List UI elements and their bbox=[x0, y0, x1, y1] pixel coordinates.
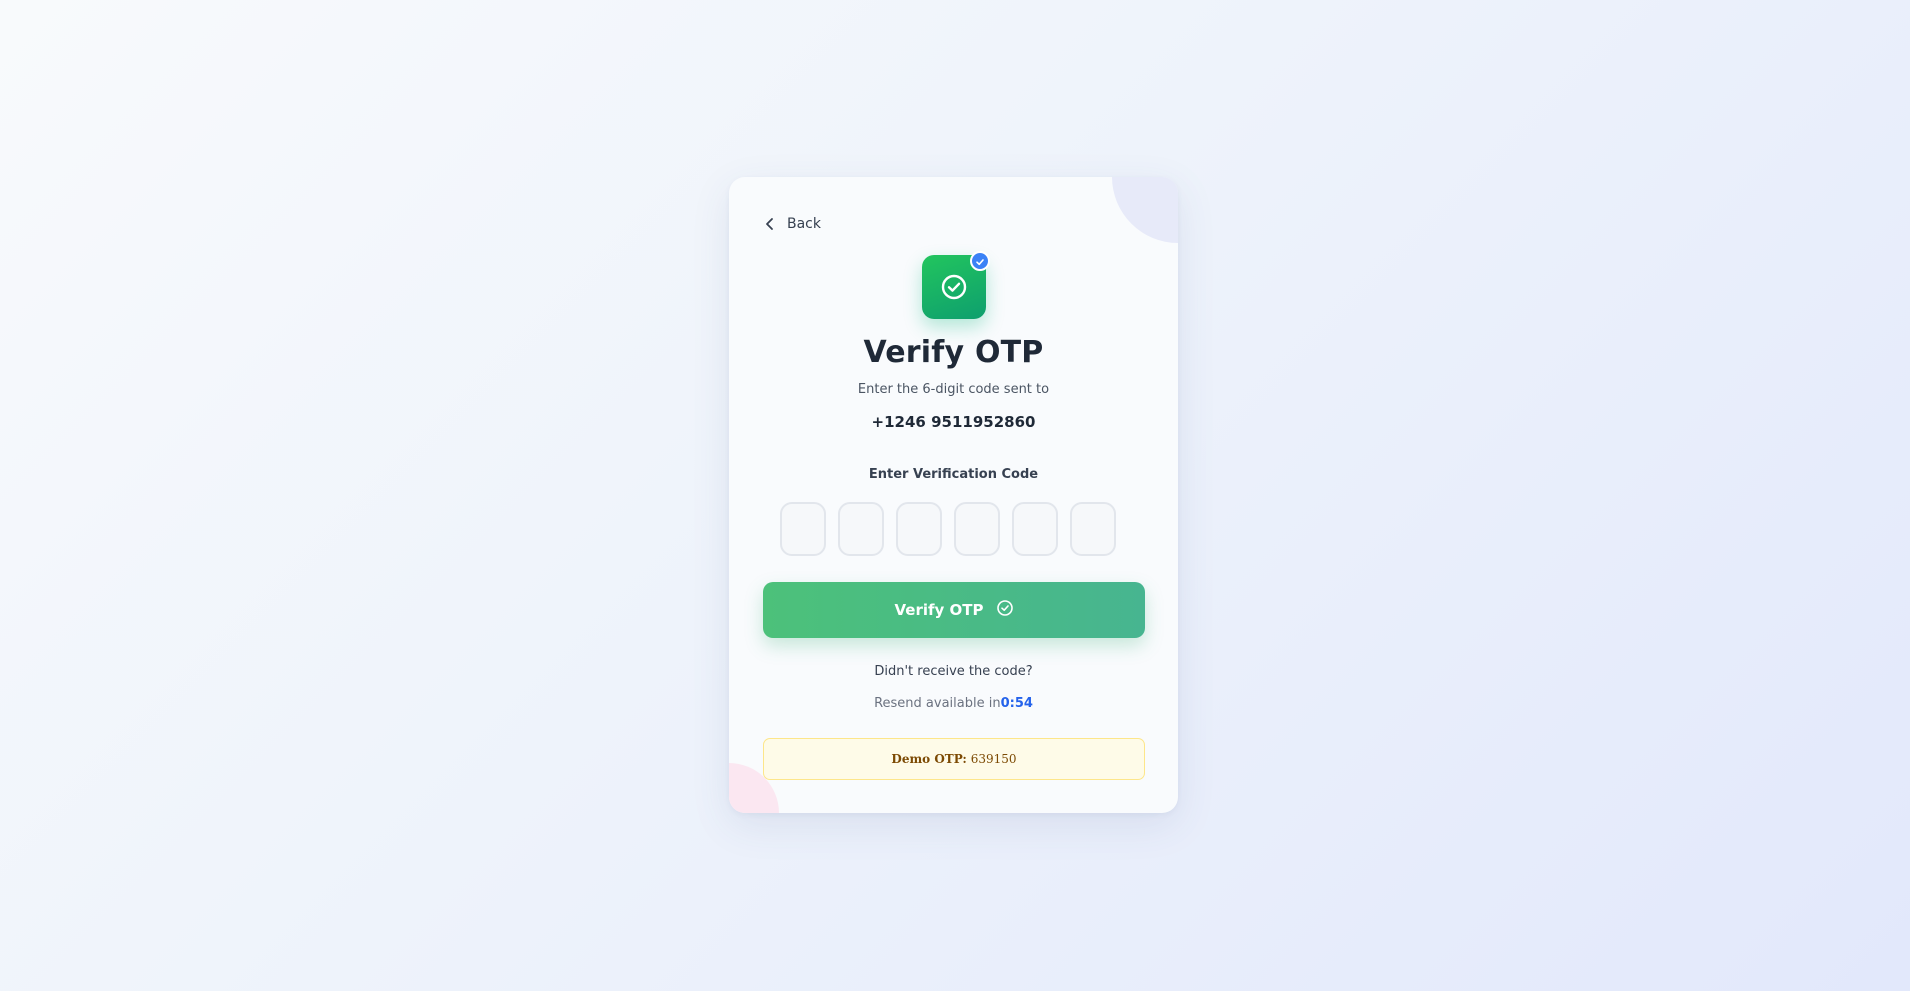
chevron-left-icon bbox=[763, 217, 777, 231]
verified-badge bbox=[970, 251, 990, 271]
resend-text: Resend available in bbox=[874, 696, 1001, 711]
otp-digit-3[interactable] bbox=[896, 502, 942, 556]
resend-prompt: Didn't receive the code? bbox=[874, 664, 1033, 679]
check-circle-icon bbox=[996, 599, 1014, 621]
demo-otp-banner: Demo OTP: 639150 bbox=[763, 738, 1145, 780]
decorative-circle-top-right bbox=[1112, 177, 1178, 243]
otp-card: Back Verify OTP Enter the 6-digit code s… bbox=[729, 177, 1178, 813]
phone-number: +1246 9511952860 bbox=[871, 413, 1036, 431]
back-label: Back bbox=[787, 216, 821, 232]
demo-otp-code: 639150 bbox=[970, 752, 1017, 766]
otp-digit-1[interactable] bbox=[780, 502, 826, 556]
page-title: Verify OTP bbox=[863, 335, 1044, 370]
back-button[interactable]: Back bbox=[763, 210, 821, 238]
otp-input-group bbox=[780, 502, 1116, 556]
resend-timer: 0:54 bbox=[1000, 696, 1033, 711]
otp-digit-5[interactable] bbox=[1012, 502, 1058, 556]
resend-status: Resend available in0:54 bbox=[729, 696, 1178, 711]
check-icon bbox=[975, 252, 985, 271]
subtitle: Enter the 6-digit code sent to bbox=[857, 382, 1050, 397]
code-label: Enter Verification Code bbox=[868, 467, 1039, 482]
otp-digit-4[interactable] bbox=[954, 502, 1000, 556]
demo-otp-label: Demo OTP: bbox=[891, 752, 967, 766]
otp-digit-2[interactable] bbox=[838, 502, 884, 556]
verify-button-label: Verify OTP bbox=[894, 601, 984, 619]
otp-digit-6[interactable] bbox=[1070, 502, 1116, 556]
app-logo bbox=[922, 251, 990, 319]
verify-otp-button[interactable]: Verify OTP bbox=[763, 582, 1145, 638]
